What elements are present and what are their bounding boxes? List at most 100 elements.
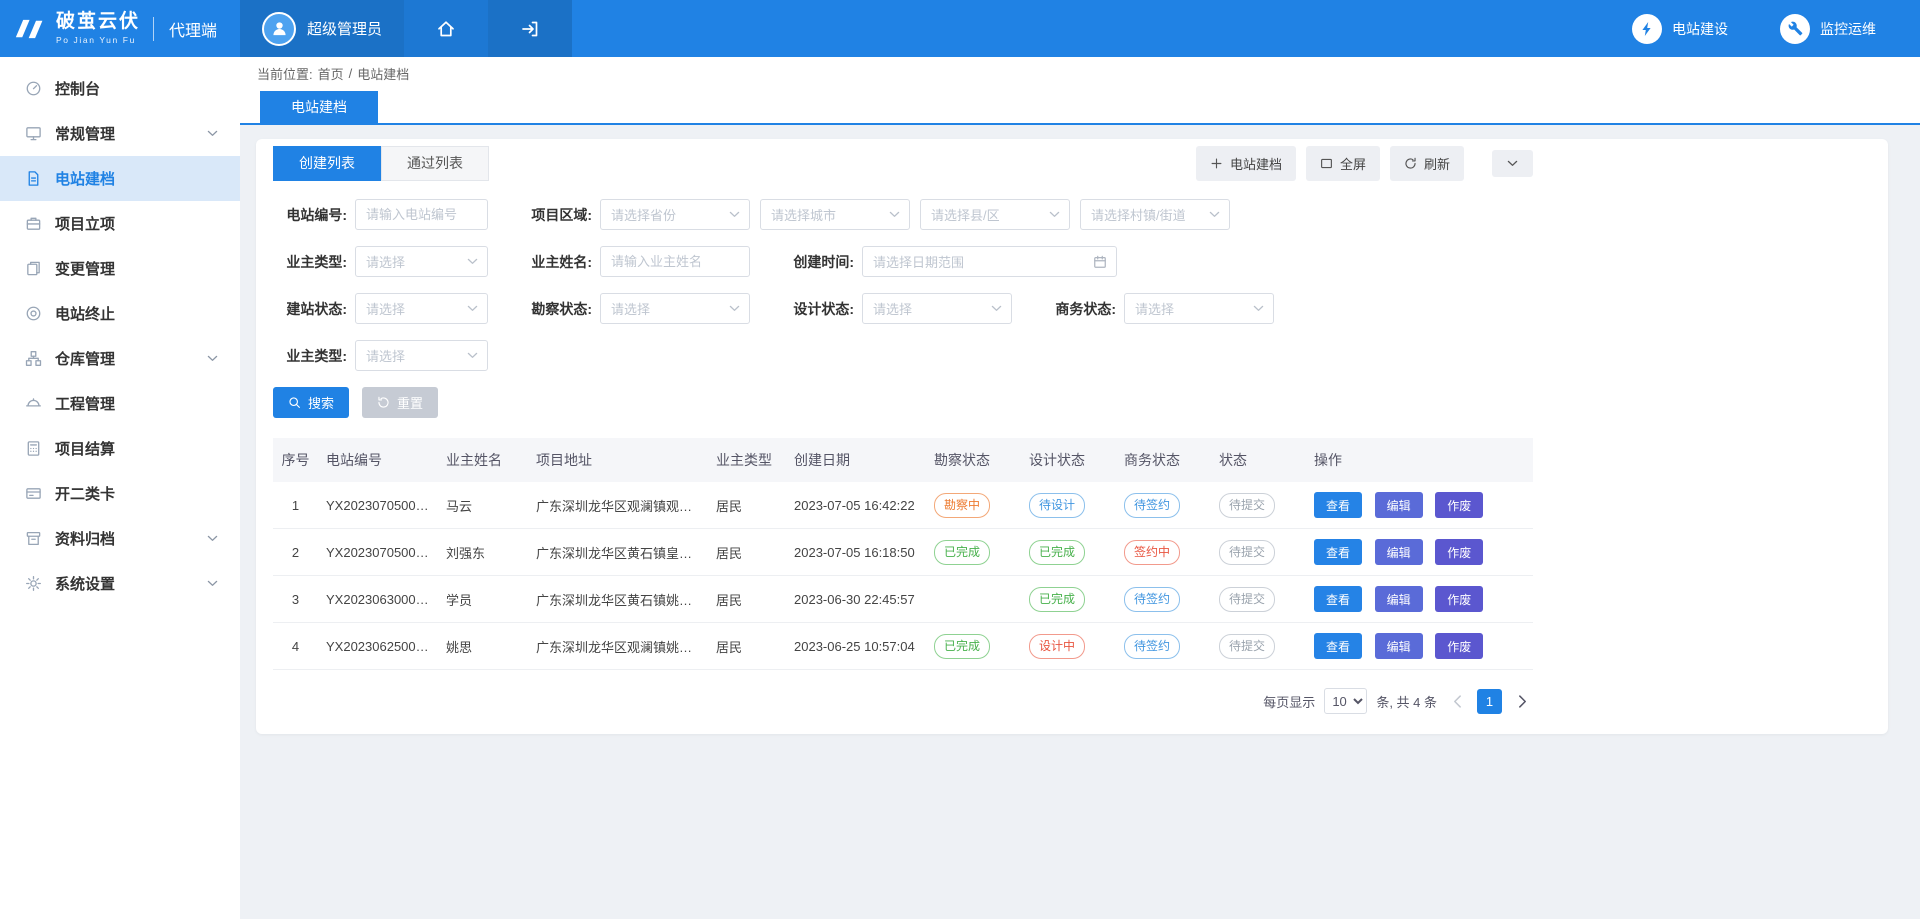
- design-status-badge: 设计中: [1029, 634, 1085, 659]
- build-status-select[interactable]: 请选择: [355, 293, 488, 324]
- reset-button[interactable]: 重置: [362, 387, 438, 418]
- refresh-button[interactable]: 刷新: [1390, 146, 1464, 181]
- page-tab-station-archive[interactable]: 电站建档: [260, 91, 378, 123]
- view-button[interactable]: 查看: [1314, 492, 1362, 518]
- next-page-button[interactable]: [1511, 689, 1533, 713]
- sidebar-item-warehouse-management[interactable]: 仓库管理: [0, 336, 240, 381]
- panel-tabs: 创建列表 通过列表: [273, 146, 489, 181]
- cell-station-code: YX2023070500010: [318, 529, 438, 576]
- copy-icon: [25, 260, 42, 277]
- cell-design-status: 待设计: [1021, 482, 1116, 529]
- date-range-picker[interactable]: 请选择日期范围: [862, 246, 1117, 277]
- sidebar-item-data-archive[interactable]: 资料归档: [0, 516, 240, 561]
- filter-label: 设计状态:: [780, 299, 854, 319]
- fullscreen-button[interactable]: 全屏: [1306, 146, 1380, 181]
- sidebar-item-type2-card[interactable]: 开二类卡: [0, 471, 240, 516]
- select-placeholder: 请选择村镇/街道: [1091, 205, 1186, 224]
- add-station-button[interactable]: 电站建档: [1196, 146, 1296, 181]
- void-button[interactable]: 作废: [1435, 539, 1483, 565]
- edit-button[interactable]: 编辑: [1375, 586, 1423, 612]
- cell-actions: 查看 编辑 作废: [1306, 482, 1533, 529]
- chevron-down-icon: [467, 305, 478, 312]
- collapse-button[interactable]: [1492, 150, 1533, 177]
- filter-label: 项目区域:: [518, 205, 592, 225]
- filter-build-status: 建站状态: 请选择: [273, 293, 488, 324]
- cell-address: 广东深圳龙华区观澜镇姚家庄…: [528, 623, 708, 670]
- select-placeholder: 请选择: [366, 299, 405, 318]
- app-logo: 破茧云伏 Po Jian Yun Fu 代理端: [0, 0, 240, 57]
- sidebar-item-system-settings[interactable]: 系统设置: [0, 561, 240, 606]
- column-header: 状态: [1211, 438, 1306, 482]
- status-badge: 待提交: [1219, 540, 1275, 565]
- view-button[interactable]: 查看: [1314, 586, 1362, 612]
- cell-business-status: 待签约: [1116, 576, 1211, 623]
- view-button[interactable]: 查看: [1314, 633, 1362, 659]
- column-header: 项目地址: [528, 438, 708, 482]
- chevron-down-icon: [207, 130, 218, 137]
- logo-subtitle: Po Jian Yun Fu: [56, 35, 140, 45]
- city-select[interactable]: 请选择城市: [760, 199, 910, 230]
- gear-icon: [25, 575, 42, 592]
- quick-link-station-construction[interactable]: 电站建设: [1632, 14, 1728, 44]
- chevron-down-icon: [1253, 305, 1264, 312]
- page-number-button[interactable]: 1: [1477, 689, 1502, 714]
- chevron-down-icon: [889, 211, 900, 218]
- void-button[interactable]: 作废: [1435, 492, 1483, 518]
- quick-link-monitor-ops[interactable]: 监控运维: [1780, 14, 1876, 44]
- void-button[interactable]: 作废: [1435, 633, 1483, 659]
- logo-title: 破茧云伏: [56, 12, 140, 33]
- owner-type-select-2[interactable]: 请选择: [355, 340, 488, 371]
- sidebar-item-console[interactable]: 控制台: [0, 66, 240, 111]
- content: 创建列表 通过列表 电站建档 全屏: [240, 125, 1920, 748]
- sidebar-item-project-settlement[interactable]: 项目结算: [0, 426, 240, 471]
- tab-passed-list[interactable]: 通过列表: [381, 146, 489, 181]
- select-placeholder: 请选择: [611, 299, 650, 318]
- district-select[interactable]: 请选择县/区: [920, 199, 1070, 230]
- sidebar-item-change-management[interactable]: 变更管理: [0, 246, 240, 291]
- design-status-select[interactable]: 请选择: [862, 293, 1012, 324]
- cell-created-date: 2023-06-25 10:57:04: [786, 623, 926, 670]
- station-code-input[interactable]: [355, 199, 488, 230]
- chevron-left-icon: [1453, 695, 1462, 708]
- sidebar-item-project-initiation[interactable]: 项目立项: [0, 201, 240, 246]
- edit-button[interactable]: 编辑: [1375, 539, 1423, 565]
- table-row: 4 YX2023062500004 姚思 广东深圳龙华区观澜镇姚家庄… 居民 2…: [273, 623, 1533, 670]
- plus-icon: [1210, 157, 1223, 170]
- survey-status-badge: 勘察中: [934, 493, 990, 518]
- chevron-right-icon: [1518, 695, 1527, 708]
- calendar-icon: [1093, 255, 1107, 269]
- province-select[interactable]: 请选择省份: [600, 199, 750, 230]
- sidebar-item-general-management[interactable]: 常规管理: [0, 111, 240, 156]
- button-label: 搜索: [308, 393, 334, 412]
- prev-page-button[interactable]: [1446, 689, 1468, 713]
- logout-button[interactable]: [488, 0, 572, 57]
- user-menu[interactable]: 超级管理员: [240, 0, 404, 57]
- design-status-badge: 已完成: [1029, 587, 1085, 612]
- breadcrumb-separator: /: [349, 66, 353, 81]
- breadcrumb-home-link[interactable]: 首页: [318, 64, 344, 83]
- chevron-down-icon: [207, 535, 218, 542]
- house-icon: [436, 19, 456, 39]
- reset-icon: [377, 396, 390, 409]
- panel-card-inner: 创建列表 通过列表 电站建档 全屏: [273, 146, 1533, 714]
- owner-name-input[interactable]: [600, 246, 750, 277]
- sidebar-item-station-archive[interactable]: 电站建档: [0, 156, 240, 201]
- cell-index: 1: [273, 482, 318, 529]
- edit-button[interactable]: 编辑: [1375, 633, 1423, 659]
- filter-row: 电站编号: 项目区域: 请选择省份 请选择城市: [273, 199, 1533, 230]
- void-button[interactable]: 作废: [1435, 586, 1483, 612]
- search-button[interactable]: 搜索: [273, 387, 349, 418]
- tab-create-list[interactable]: 创建列表: [273, 146, 381, 181]
- edit-button[interactable]: 编辑: [1375, 492, 1423, 518]
- sidebar-item-engineering-management[interactable]: 工程管理: [0, 381, 240, 426]
- home-button[interactable]: [404, 0, 488, 57]
- screen-icon: [1320, 157, 1333, 170]
- owner-type-select[interactable]: 请选择: [355, 246, 488, 277]
- view-button[interactable]: 查看: [1314, 539, 1362, 565]
- sidebar-item-station-termination[interactable]: 电站终止: [0, 291, 240, 336]
- village-select[interactable]: 请选择村镇/街道: [1080, 199, 1230, 230]
- survey-status-select[interactable]: 请选择: [600, 293, 750, 324]
- business-status-select[interactable]: 请选择: [1124, 293, 1274, 324]
- sidebar-item-label: 常规管理: [55, 123, 115, 144]
- per-page-select[interactable]: 10: [1324, 688, 1367, 714]
